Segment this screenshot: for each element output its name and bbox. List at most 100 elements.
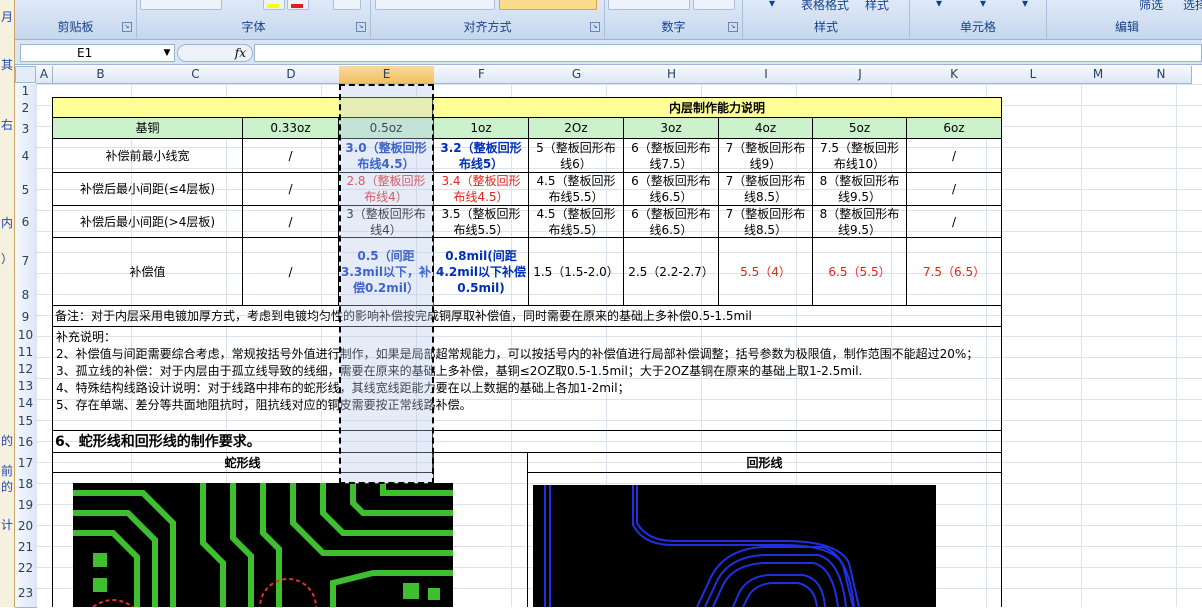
value-cell[interactable]: 5（整板回形布线6） <box>529 139 624 173</box>
value-cell[interactable]: 6（整板回形布线7.5） <box>624 139 719 173</box>
row-header-7[interactable]: 7 <box>15 238 37 285</box>
wrap-text-button[interactable] <box>499 0 597 10</box>
row-header-13[interactable]: 13 <box>15 377 37 395</box>
column-header-d[interactable]: D <box>243 66 340 84</box>
value-cell[interactable]: 0.8mil(间距4.2mil以下补偿0.5mil) <box>434 238 529 306</box>
insert-function-button[interactable]: fx <box>177 44 253 62</box>
value-cell[interactable]: 8（整板回形布线9.5） <box>813 173 907 206</box>
column-header-b[interactable]: B <box>53 66 149 84</box>
value-cell[interactable]: / <box>907 139 1002 173</box>
row-header-20[interactable]: 20 <box>15 515 37 537</box>
header-cell[interactable]: 3oz <box>624 118 719 139</box>
row-header-9[interactable]: 9 <box>15 306 37 328</box>
phonetic-button[interactable] <box>333 0 361 10</box>
value-cell[interactable]: 4.5（整板回形布线5.5） <box>529 206 624 238</box>
row-header-5[interactable]: 5 <box>15 173 37 207</box>
value-cell[interactable]: 5.5（4） <box>719 238 813 306</box>
row-header-12[interactable]: 12 <box>15 360 37 378</box>
row-header-8[interactable]: 8 <box>15 284 37 307</box>
formula-input[interactable] <box>254 44 1202 62</box>
name-box[interactable]: E1 <box>20 44 175 62</box>
header-cell[interactable]: 基铜 <box>52 118 243 139</box>
value-cell[interactable]: 4.5（整板回形布线5.5） <box>529 173 624 206</box>
column-header-a[interactable]: A <box>36 66 53 84</box>
row-label-cell[interactable]: 补偿后最小间距(≤4层板) <box>52 173 243 206</box>
sort-filter-button[interactable]: 筛选 <box>1139 0 1163 13</box>
dialog-launcher-icon[interactable]: ↘ <box>122 22 132 32</box>
row-label-cell[interactable]: 补偿后最小间距(>4层板) <box>52 206 243 238</box>
row-header-21[interactable]: 21 <box>15 536 37 558</box>
row-header-2[interactable]: 2 <box>15 97 37 119</box>
insert-arrow-icon[interactable]: ▾ <box>936 0 942 10</box>
column-header-j[interactable]: J <box>813 66 908 84</box>
column-header-n[interactable]: N <box>1131 66 1192 84</box>
row-header-10[interactable]: 10 <box>15 327 37 344</box>
header-cell[interactable]: 5oz <box>813 118 907 139</box>
conditional-format-arrow-icon[interactable]: ▾ <box>769 0 775 10</box>
column-header-i[interactable]: I <box>719 66 814 84</box>
value-cell[interactable]: 6（整板回形布线6.5） <box>624 206 719 238</box>
value-cell[interactable]: 7（整板回形布线9） <box>719 139 813 173</box>
supplementary-notes[interactable]: 补充说明： 2、补偿值与间距需要综合考虑，常规按括号外值进行制作，如果是局部超常… <box>52 327 1002 431</box>
value-cell[interactable]: 7.5（6.5） <box>907 238 1002 306</box>
row-header-1[interactable]: 1 <box>15 84 37 98</box>
row-label-cell[interactable]: 补偿前最小线宽 <box>52 139 243 173</box>
header-cell[interactable]: 1oz <box>434 118 529 139</box>
row-header-16[interactable]: 16 <box>15 431 37 454</box>
column-header-c[interactable]: C <box>148 66 244 84</box>
row-header-11[interactable]: 11 <box>15 343 37 361</box>
section-6-blank[interactable] <box>433 431 1002 453</box>
value-cell[interactable]: / <box>907 206 1002 238</box>
row-header-6[interactable]: 6 <box>15 206 37 239</box>
header-cell[interactable]: 4oz <box>719 118 813 139</box>
column-header-m[interactable]: M <box>1065 66 1132 84</box>
serpentine-trace-image[interactable] <box>73 483 453 607</box>
value-cell[interactable]: 2.5（2.2-2.7） <box>624 238 719 306</box>
delete-arrow-icon[interactable]: ▾ <box>980 0 986 10</box>
row-header-17[interactable]: 17 <box>15 453 37 474</box>
font-color-button[interactable] <box>287 0 309 10</box>
header-cell[interactable]: 2Oz <box>529 118 624 139</box>
cell-style-button[interactable]: 样式 <box>865 0 889 13</box>
font-name-dropdown[interactable] <box>140 0 222 10</box>
remark-cell[interactable]: 备注：对于内层采用电镀加厚方式，考虑到电镀均匀性的影响补偿按完成铜厚取补偿值，同… <box>52 306 1002 327</box>
column-header-f[interactable]: F <box>434 66 530 84</box>
row-header-23[interactable]: 23 <box>15 578 37 608</box>
row-header-14[interactable]: 14 <box>15 394 37 412</box>
value-cell[interactable]: / <box>243 238 339 306</box>
decimal-buttons[interactable] <box>693 0 735 10</box>
column-header-g[interactable]: G <box>529 66 625 84</box>
column-header-e[interactable]: E <box>339 66 435 84</box>
row-header-18[interactable]: 18 <box>15 473 37 495</box>
row-header-22[interactable]: 22 <box>15 557 37 579</box>
value-cell[interactable]: / <box>243 206 339 238</box>
name-box-dropdown-icon[interactable]: ▼ <box>160 44 174 62</box>
value-cell[interactable]: 7（整板回形布线8.5） <box>719 206 813 238</box>
header-cell[interactable]: 6oz <box>907 118 1002 139</box>
number-format-dropdown[interactable] <box>608 0 690 10</box>
dialog-launcher-icon[interactable]: ↘ <box>590 22 600 32</box>
value-cell[interactable]: 1.5（1.5-2.0） <box>529 238 624 306</box>
value-cell[interactable]: 6.5（5.5） <box>813 238 907 306</box>
row-label-cell[interactable]: 补偿值 <box>52 238 243 306</box>
loop-label[interactable]: 回形线 <box>527 453 1002 473</box>
value-cell[interactable]: / <box>907 173 1002 206</box>
row-header-19[interactable]: 19 <box>15 494 37 516</box>
select-all-corner[interactable] <box>15 66 36 83</box>
loop-trace-image[interactable] <box>533 485 936 607</box>
column-header-h[interactable]: H <box>624 66 720 84</box>
value-cell[interactable]: 3.5（整板回形布线5.5） <box>434 206 529 238</box>
value-cell[interactable]: 3.2（整板回形布线5） <box>434 139 529 173</box>
align-buttons[interactable] <box>375 0 495 10</box>
value-cell[interactable]: / <box>243 173 339 206</box>
column-header-k[interactable]: K <box>907 66 1002 84</box>
value-cell[interactable]: 7（整板回形布线8.5） <box>719 173 813 206</box>
dialog-launcher-icon[interactable]: ↘ <box>356 22 366 32</box>
value-cell[interactable]: 3.4（整板回形布线4.5） <box>434 173 529 206</box>
row-header-4[interactable]: 4 <box>15 139 37 174</box>
highlight-button[interactable] <box>263 0 285 10</box>
column-header-l[interactable]: L <box>1001 66 1066 84</box>
value-cell[interactable]: 7.5（整板回形布线10） <box>813 139 907 173</box>
table-title[interactable]: 内层制作能力说明 <box>433 97 1002 118</box>
format-arrow-icon[interactable]: ▾ <box>1022 0 1028 10</box>
